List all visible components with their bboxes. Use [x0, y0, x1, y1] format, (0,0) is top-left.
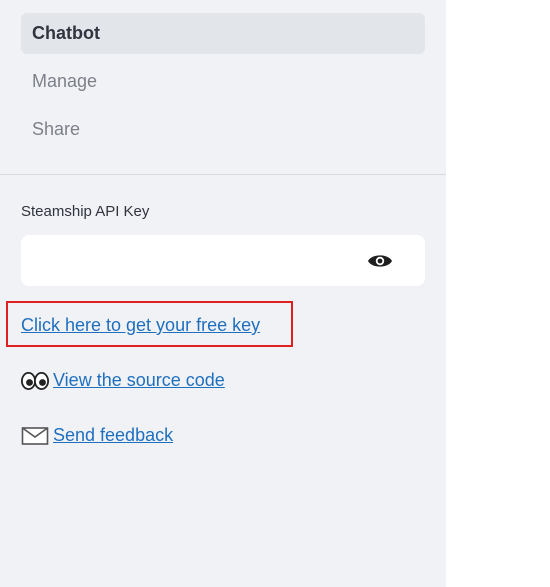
eye-icon[interactable]	[365, 247, 395, 275]
nav-item-manage[interactable]: Manage	[21, 61, 425, 102]
send-feedback-link-label: Send feedback	[53, 425, 174, 445]
nav-item-chatbot[interactable]: Chatbot	[21, 13, 425, 54]
view-source-link[interactable]: View the source code	[21, 370, 225, 391]
sidebar: Chatbot Manage Share Steamship API Key C…	[0, 0, 446, 587]
main-content-area	[446, 0, 550, 587]
api-key-field	[21, 235, 425, 286]
nav-item-share[interactable]: Share	[21, 109, 425, 150]
nav-item-label: Share	[32, 119, 81, 139]
nav-item-label: Manage	[32, 71, 98, 91]
free-key-link-label: Click here to get your free key	[21, 315, 261, 335]
send-feedback-link[interactable]: Send feedback	[21, 425, 173, 446]
free-key-link[interactable]: Click here to get your free key	[21, 315, 260, 336]
eyes-emoji-icon	[21, 371, 49, 390]
api-key-input[interactable]	[21, 235, 361, 286]
view-source-link-label: View the source code	[53, 370, 225, 390]
api-key-label: Steamship API Key	[21, 203, 150, 220]
envelope-icon	[21, 426, 49, 446]
nav-item-label: Chatbot	[32, 23, 100, 43]
sidebar-divider	[0, 174, 446, 175]
